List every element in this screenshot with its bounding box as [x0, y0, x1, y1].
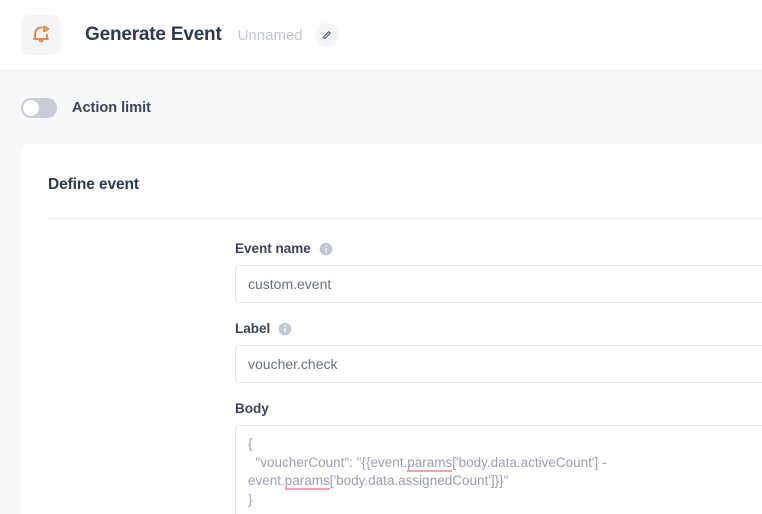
page-header: Generate Event Unnamed [0, 0, 762, 71]
field-label-row: Body [235, 400, 762, 417]
edit-name-button[interactable] [314, 23, 339, 47]
field-label-row: Label [235, 320, 762, 337]
action-limit-row: Action limit [0, 72, 762, 143]
toggle-knob [23, 99, 39, 116]
label-input[interactable] [235, 345, 762, 383]
bell-play-glyph [33, 25, 50, 43]
info-icon[interactable] [278, 322, 292, 336]
define-event-card: Define event Event name Label [21, 144, 762, 514]
page-subtitle: Unnamed [237, 26, 303, 44]
body-textarea[interactable]: { "voucherCount": "{{event.params['body.… [235, 425, 762, 514]
action-limit-toggle[interactable] [21, 97, 57, 118]
generate-event-screen: Generate Event Unnamed Action limit Defi… [0, 0, 762, 514]
field-label-row: Event name [235, 240, 762, 257]
spellcheck-underline: params [407, 454, 453, 472]
define-event-form: Event name Label [235, 240, 762, 514]
event-name-label: Event name [235, 241, 311, 256]
card-divider [48, 218, 762, 219]
generate-event-icon [21, 15, 61, 55]
card-title: Define event [48, 176, 139, 193]
field-body: Body { "voucherCount": "{{event.params['… [235, 400, 762, 514]
label-field-label: Label [235, 321, 271, 336]
body-input-wrapper: { "voucherCount": "{{event.params['body.… [235, 425, 762, 514]
body-label: Body [235, 401, 269, 416]
info-icon[interactable] [319, 242, 333, 256]
event-name-input[interactable] [235, 265, 762, 303]
pencil-icon [323, 30, 331, 39]
page-title: Generate Event [85, 24, 222, 45]
field-label: Label [235, 320, 762, 383]
field-event-name: Event name [235, 240, 762, 303]
action-limit-label: Action limit [72, 99, 151, 116]
spellcheck-underline: params [284, 473, 330, 490]
